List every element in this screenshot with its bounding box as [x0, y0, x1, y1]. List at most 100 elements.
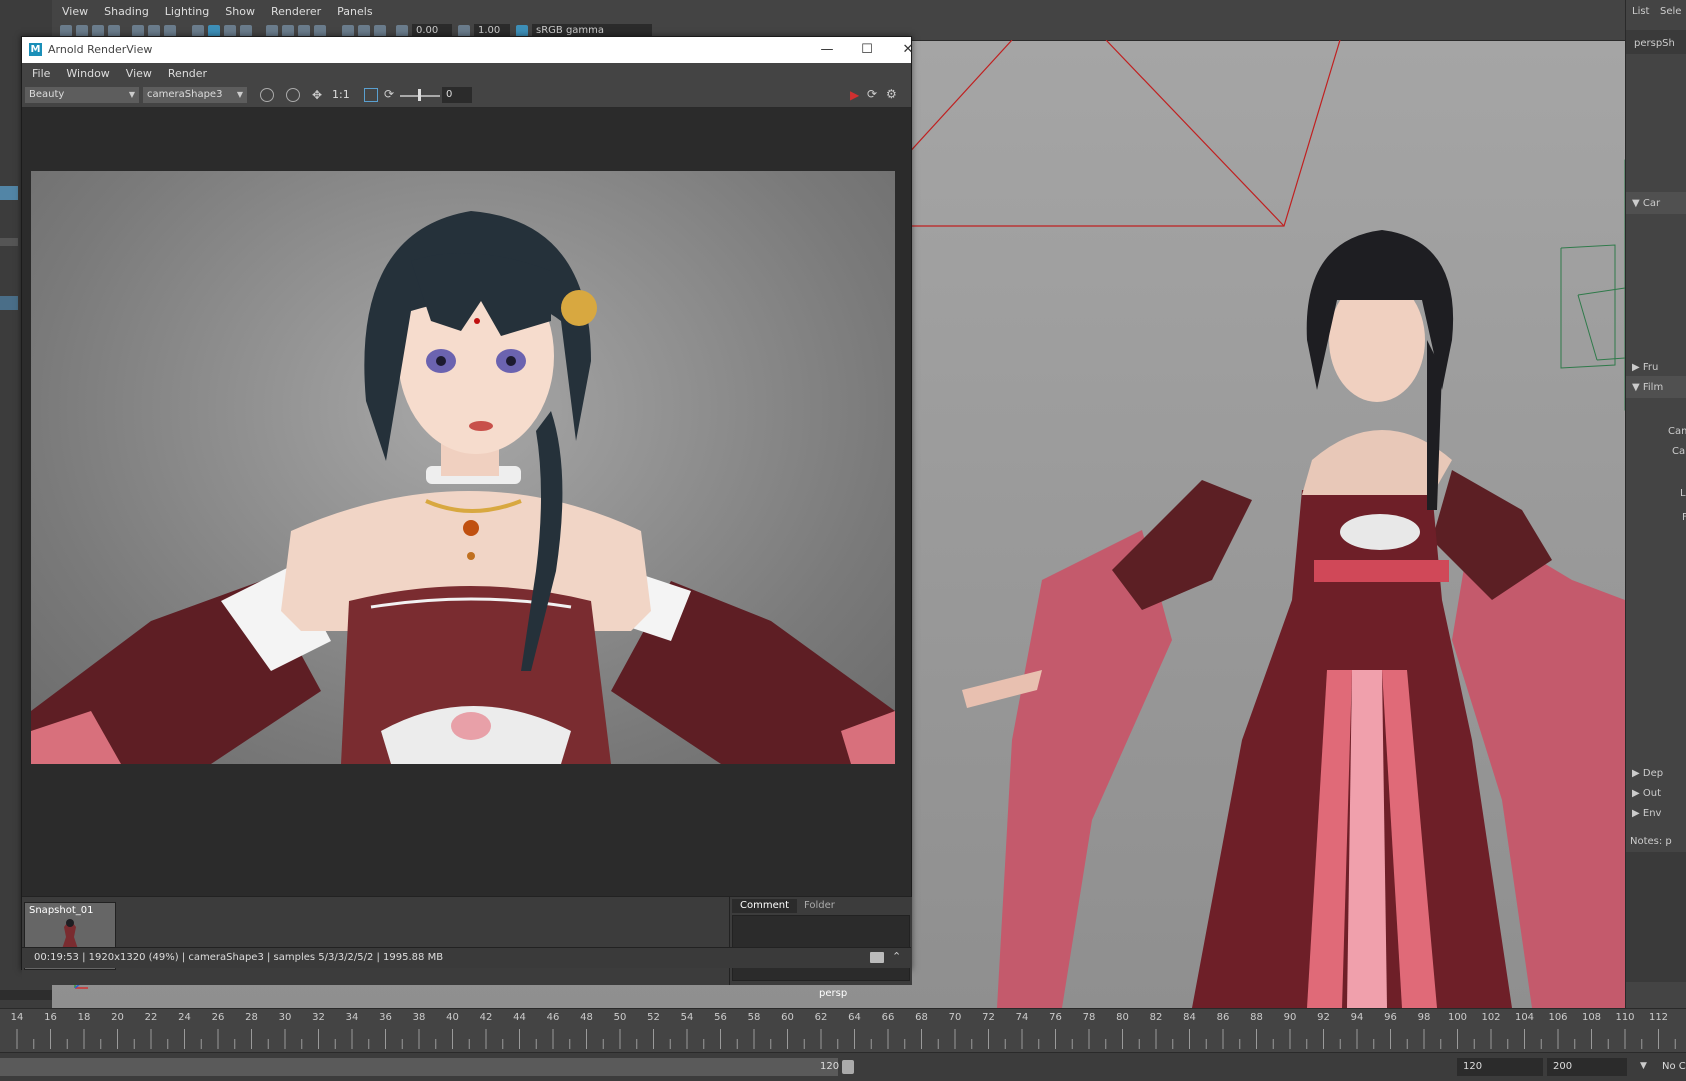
region-icon[interactable] — [364, 88, 378, 102]
crop-icon[interactable]: ✥ — [312, 88, 322, 102]
timeline-tick-label: 66 — [881, 1012, 895, 1023]
attr-label-fit: F — [1682, 512, 1686, 523]
gear-icon[interactable]: ⚙ — [886, 87, 897, 101]
renderview-menubar: File Window View Render — [22, 63, 911, 83]
expand-icon: ▶ — [1632, 808, 1643, 819]
exposure-slider-handle[interactable] — [418, 89, 421, 101]
rv-menu-window[interactable]: Window — [66, 67, 109, 80]
timeline-tick-label: 16 — [44, 1012, 57, 1023]
viewport-menu-view[interactable]: View — [62, 5, 88, 18]
tab-folder[interactable]: Folder — [796, 899, 843, 913]
timeline-tick-label: 106 — [1548, 1012, 1568, 1023]
timeline-tick-label: 76 — [1049, 1012, 1062, 1023]
timeline-tick-label: 100 — [1447, 1012, 1468, 1023]
tab-comment[interactable]: Comment — [732, 899, 797, 913]
timeline-tick-label: 38 — [412, 1012, 426, 1023]
render-canvas[interactable] — [22, 108, 911, 896]
timeline-tick-label: 84 — [1183, 1012, 1196, 1023]
timeline-tick-label: 56 — [714, 1012, 727, 1023]
renderview-statusbar: 00:19:53 | 1920x1320 (49%) | cameraShape… — [22, 947, 911, 968]
timeline-tick-label: 86 — [1216, 1012, 1230, 1023]
minimize-button[interactable]: — — [817, 41, 837, 59]
playback-end-field[interactable]: 200 — [1547, 1058, 1627, 1076]
timeline-tick-label: 72 — [982, 1012, 995, 1023]
section-environment[interactable]: ▶ Env — [1632, 808, 1661, 819]
toolbox-bottom — [0, 990, 52, 1000]
selected-tool[interactable] — [0, 186, 18, 200]
expand-icon: ▶ — [1632, 362, 1643, 373]
viewport-menu-show[interactable]: Show — [225, 5, 255, 18]
attr-menu-list[interactable]: List — [1632, 6, 1649, 17]
range-slider[interactable] — [0, 1058, 838, 1076]
tool-slot[interactable] — [0, 238, 18, 246]
aov-dropdown[interactable]: Beauty ▼ — [25, 87, 139, 103]
ipr-refresh-icon[interactable]: ⟳ — [867, 87, 877, 101]
timeline-tick-label: 24 — [178, 1012, 191, 1023]
maya-logo-icon: M — [29, 43, 42, 56]
timeline-tick-label: 32 — [312, 1012, 325, 1023]
close-button[interactable]: ✕ — [898, 41, 918, 59]
timeline-tick-label: 28 — [245, 1012, 258, 1023]
selected-layer[interactable] — [0, 296, 18, 310]
timeline-tick-label: 62 — [814, 1012, 828, 1023]
viewport-menu-shading[interactable]: Shading — [104, 5, 149, 18]
snapshot-camera-icon[interactable] — [870, 952, 884, 963]
chevron-up-icon[interactable]: ⌃ — [892, 950, 901, 963]
viewport-menubar: View Shading Lighting Show Renderer Pane… — [52, 0, 1625, 22]
timeline-tick-label: 64 — [848, 1012, 861, 1023]
wireframe-locator — [1560, 159, 1625, 411]
snapshot-label: Snapshot_01 — [29, 905, 94, 916]
timeline-tick-label: 110 — [1615, 1012, 1635, 1023]
timeline-tick-label: 48 — [580, 1012, 593, 1023]
rgb-mode-icon[interactable] — [286, 88, 300, 102]
renderview-toolbar: Beauty ▼ cameraShape3 ▼ ✥ 1:1 ⟳ 0 ▶ ⟳ ⚙ — [22, 83, 911, 108]
chevron-down-icon[interactable]: ▼ — [1640, 1061, 1647, 1071]
timeline-tick-label: 94 — [1350, 1012, 1364, 1023]
ratio-button[interactable]: 1:1 — [332, 88, 350, 101]
attr-label-camera-aperture: Cam — [1668, 426, 1686, 437]
timeline-tick-label: 36 — [379, 1012, 392, 1023]
channel-rgb-icon[interactable] — [260, 88, 274, 102]
time-slider[interactable]: 14 16 18 20 22 24 26 28 30 32 34 36 38 40 42 44 46 48 50 52… — [0, 1008, 1686, 1053]
timeline-tick-label: 74 — [1015, 1012, 1029, 1023]
notes-field[interactable] — [1626, 852, 1686, 982]
section-film-back[interactable]: ▼ Film — [1632, 382, 1663, 393]
range-slider-handle[interactable] — [842, 1060, 854, 1074]
timeline-tick-label: 90 — [1283, 1012, 1297, 1023]
animation-end-field[interactable]: 120 — [1457, 1058, 1543, 1076]
comment-panel: Comment Folder — [729, 897, 912, 985]
character-set-dropdown[interactable]: No C — [1656, 1058, 1686, 1076]
rv-menu-render[interactable]: Render — [168, 67, 207, 80]
attr-menu-select[interactable]: Sele — [1660, 6, 1681, 17]
viewport-menu-renderer[interactable]: Renderer — [271, 5, 321, 18]
camera-name-label: persp — [819, 988, 848, 999]
timeline-tick-label: 104 — [1514, 1012, 1535, 1023]
timeline-tick-label: 50 — [613, 1012, 627, 1023]
timeline-tick-label: 78 — [1082, 1012, 1096, 1023]
timeline-tick-label: 14 — [10, 1012, 24, 1023]
expand-icon: ▶ — [1632, 768, 1643, 779]
maximize-button[interactable]: ☐ — [857, 41, 877, 59]
exposure-field[interactable]: 0 — [442, 87, 472, 103]
timeline-tick-label: 44 — [513, 1012, 526, 1023]
viewport-menu-lighting[interactable]: Lighting — [165, 5, 209, 18]
window-titlebar[interactable]: M Arnold RenderView — ☐ ✕ — [22, 37, 913, 63]
range-slider-bar: 120 120 200 ▼ No C — [0, 1052, 1686, 1081]
section-camera-attrs[interactable]: ▼ Car — [1632, 198, 1660, 209]
viewport-menu-panels[interactable]: Panels — [337, 5, 372, 18]
render-play-icon[interactable]: ▶ — [850, 88, 859, 102]
viewport-character[interactable] — [962, 230, 1625, 1008]
timeline-tick-label: 18 — [77, 1012, 91, 1023]
node-tab[interactable]: perspSh — [1634, 38, 1675, 49]
render-stats: 00:19:53 | 1920x1320 (49%) | cameraShape… — [34, 952, 444, 963]
timeline-tick-label: 30 — [278, 1012, 292, 1023]
camera-dropdown[interactable]: cameraShape3 ▼ — [143, 87, 247, 103]
section-frustum[interactable]: ▶ Fru — [1632, 362, 1658, 373]
chevron-down-icon: ▼ — [236, 90, 243, 99]
section-depth-of-field[interactable]: ▶ Dep — [1632, 768, 1663, 779]
section-output[interactable]: ▶ Out — [1632, 788, 1661, 799]
refresh-icon[interactable]: ⟳ — [384, 87, 394, 101]
attr-label-camera-ratio: Car — [1672, 446, 1686, 457]
rv-menu-view[interactable]: View — [126, 67, 152, 80]
rv-menu-file[interactable]: File — [32, 67, 50, 80]
